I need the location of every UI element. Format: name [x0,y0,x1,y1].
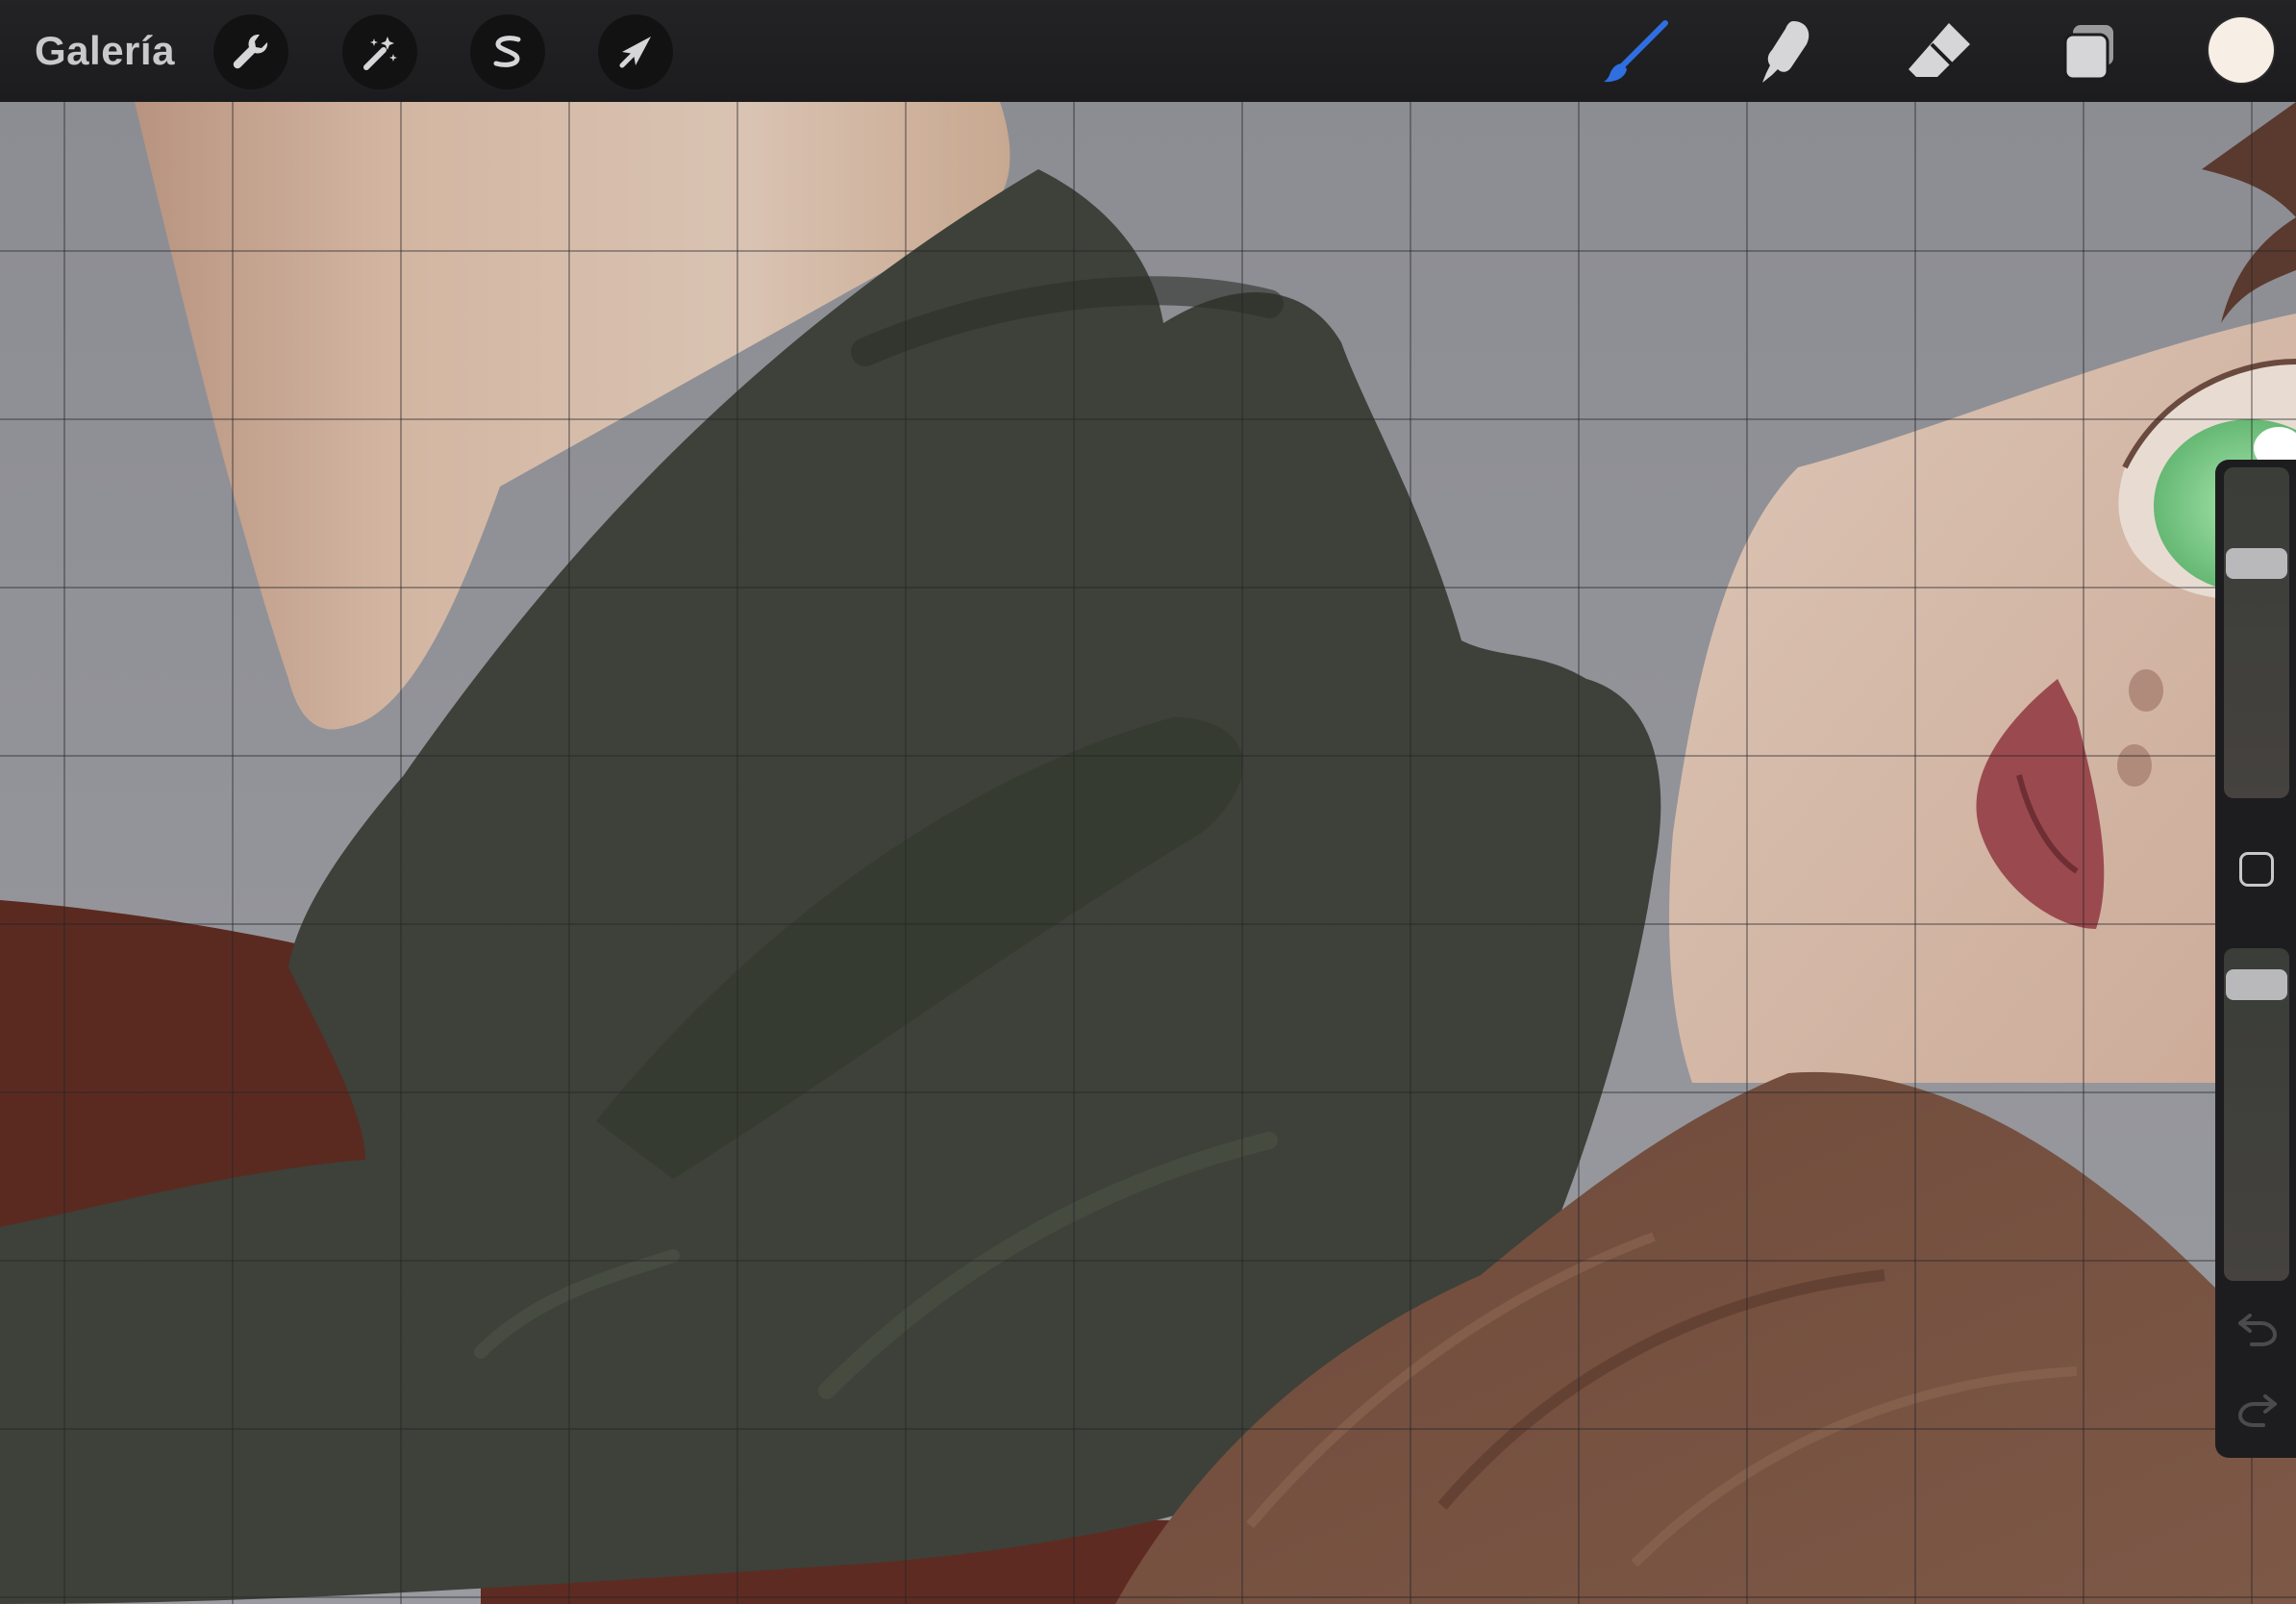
transform-button[interactable] [598,14,673,89]
magic-wand-icon [363,37,397,70]
color-picker-button[interactable] [2209,17,2274,83]
eraser-tool-button[interactable] [1903,15,1976,88]
smudge-finger-icon [1762,21,1809,83]
square-modifier-icon[interactable] [2239,852,2274,887]
artwork [0,102,2296,1604]
undo-button[interactable] [2233,1302,2283,1352]
selection-button[interactable] [470,14,545,89]
procreate-app: Galería [0,0,2296,1604]
gallery-button[interactable]: Galería [35,25,175,77]
brush-tool-button[interactable] [1598,15,1671,88]
brush-icon [1604,20,1668,83]
selection-s-icon [493,36,521,67]
redo-button[interactable] [2233,1383,2283,1433]
undo-arrow-icon [2238,1314,2278,1346]
layers-icon [2063,25,2113,81]
brush-size-slider[interactable] [2224,467,2289,798]
eraser-icon [1909,23,1970,77]
side-toolbar [2215,460,2296,1458]
actions-button[interactable] [213,14,288,89]
smudge-tool-button[interactable] [1751,15,1824,88]
layers-button[interactable] [2054,15,2127,88]
brush-size-thumb[interactable] [2226,548,2287,579]
wrench-icon [233,34,268,69]
adjustments-button[interactable] [342,14,417,89]
drawing-canvas[interactable] [0,102,2296,1604]
top-toolbar: Galería [0,0,2296,102]
redo-arrow-icon [2237,1394,2277,1427]
brush-opacity-thumb[interactable] [2226,969,2287,1000]
arrow-cursor-icon [619,37,651,68]
brush-opacity-slider[interactable] [2224,948,2289,1281]
